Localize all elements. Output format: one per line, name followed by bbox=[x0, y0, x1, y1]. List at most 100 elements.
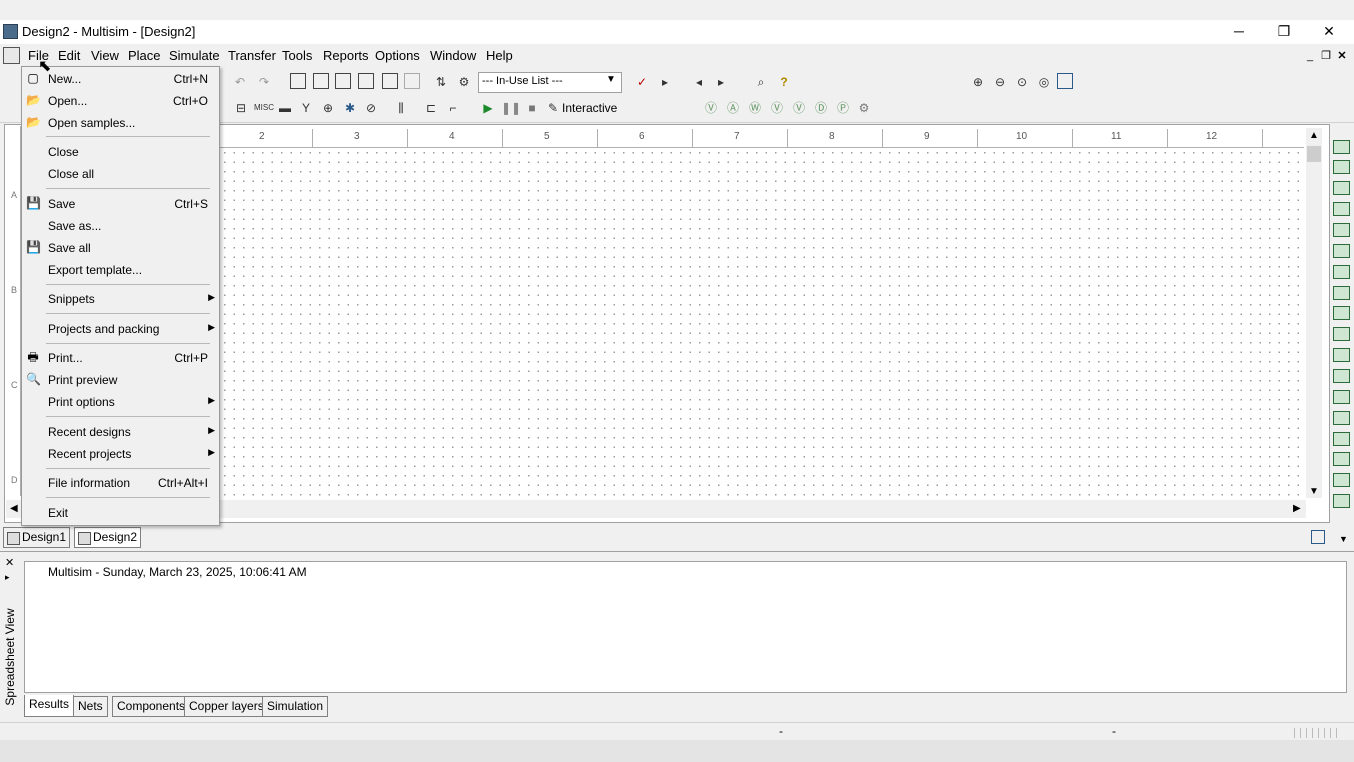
menu-view[interactable]: View bbox=[91, 48, 119, 63]
multimeter-icon[interactable] bbox=[1333, 140, 1350, 154]
menu-item-recent-designs[interactable]: Recent designs ▶ bbox=[22, 421, 219, 443]
minimize-button[interactable]: ─ bbox=[1217, 20, 1261, 42]
tab-options-icon[interactable] bbox=[1311, 530, 1325, 544]
menu-item-snippets[interactable]: Snippets ▶ bbox=[22, 288, 219, 310]
toolbar-grid-icon[interactable] bbox=[313, 73, 329, 89]
menu-tools[interactable]: Tools bbox=[282, 48, 312, 63]
menu-transfer[interactable]: Transfer bbox=[228, 48, 276, 63]
menu-window[interactable]: Window bbox=[430, 48, 476, 63]
scroll-right-icon[interactable]: ▶ bbox=[1293, 503, 1301, 514]
find-icon[interactable]: ⌕ bbox=[752, 73, 770, 91]
panel-close-icon[interactable]: ✕ bbox=[5, 556, 14, 569]
probe-differential-icon[interactable]: Ⓥ bbox=[768, 99, 786, 117]
pause-icon[interactable]: ❚❚ bbox=[501, 99, 521, 117]
tab-design2[interactable]: Design2 bbox=[74, 527, 142, 548]
vertical-scroll-thumb[interactable] bbox=[1307, 146, 1321, 162]
probe-voltage-reference-icon[interactable]: Ⓥ bbox=[790, 99, 808, 117]
schematic-grid[interactable] bbox=[220, 148, 1304, 497]
probe-gear-icon[interactable]: ⚙ bbox=[855, 99, 873, 117]
interactive-mode-label[interactable]: Interactive bbox=[562, 101, 617, 115]
menu-item-file-information[interactable]: File information Ctrl+Alt+I bbox=[22, 472, 219, 494]
iv-analyzer-icon[interactable] bbox=[1333, 348, 1350, 362]
probe-current-icon[interactable]: Ⓐ bbox=[724, 99, 742, 117]
undo-icon[interactable]: ↶ bbox=[231, 73, 249, 91]
mdi-close-button[interactable]: ✕ bbox=[1335, 50, 1349, 62]
scroll-down-icon[interactable]: ▼ bbox=[1309, 486, 1319, 497]
resize-grip-icon[interactable] bbox=[1294, 728, 1338, 738]
agilent-generator-icon[interactable] bbox=[1333, 432, 1350, 446]
toolbar-wizard-icon[interactable]: ⚙ bbox=[455, 73, 473, 91]
menu-item-recent-projects[interactable]: Recent projects ▶ bbox=[22, 443, 219, 465]
toolbar-hierarchical-block-icon[interactable]: ⊏ bbox=[422, 99, 440, 117]
oscilloscope-icon[interactable] bbox=[1333, 202, 1350, 216]
tab-design1[interactable]: Design1 bbox=[3, 527, 71, 548]
menu-simulate[interactable]: Simulate bbox=[169, 48, 220, 63]
toolbar-back-annotate-icon[interactable]: ◂ bbox=[690, 73, 708, 91]
mdi-minimize-button[interactable]: _ bbox=[1303, 50, 1317, 62]
menu-item-export-template[interactable]: Export template... bbox=[22, 259, 219, 281]
menu-item-save-all[interactable]: 💾 Save all bbox=[22, 237, 219, 259]
agilent-multimeter-icon[interactable] bbox=[1333, 452, 1350, 466]
logic-analyzer-icon[interactable] bbox=[1333, 327, 1350, 341]
toolbar-component-icon[interactable]: ⇅ bbox=[432, 73, 450, 91]
function-generator-icon[interactable] bbox=[1333, 160, 1350, 174]
toolbar-annotate-icon[interactable]: ▸ bbox=[656, 73, 674, 91]
scroll-up-icon[interactable]: ▲ bbox=[1309, 130, 1319, 141]
help-icon[interactable]: ? bbox=[775, 73, 793, 91]
menu-item-close-all[interactable]: Close all bbox=[22, 163, 219, 185]
toolbar-electromechanical-icon[interactable]: ⊕ bbox=[319, 99, 337, 117]
toolbar-hierarchy-icon[interactable] bbox=[404, 73, 420, 89]
logic-converter-icon[interactable] bbox=[1333, 306, 1350, 320]
word-generator-icon[interactable] bbox=[1333, 286, 1350, 300]
menu-item-exit[interactable]: Exit bbox=[22, 502, 219, 524]
toolbar-database-icon[interactable] bbox=[382, 73, 398, 89]
tektronix-oscilloscope-icon[interactable] bbox=[1333, 494, 1350, 508]
toolbar-forward-annotate-icon[interactable]: ▸ bbox=[712, 73, 730, 91]
zoom-area-icon[interactable]: ⊙ bbox=[1013, 73, 1031, 91]
menu-item-save[interactable]: 💾 Save Ctrl+S bbox=[22, 193, 219, 215]
interactive-mode-icon[interactable]: ✎ bbox=[544, 99, 562, 117]
erc-icon[interactable]: ✓ bbox=[633, 73, 651, 91]
scroll-left-icon[interactable]: ◀ bbox=[10, 503, 18, 514]
toolbar-spreadsheet-icon[interactable] bbox=[335, 73, 351, 89]
tab-simulation[interactable]: Simulation bbox=[262, 696, 329, 717]
probe-settings-icon[interactable]: Ⓟ bbox=[834, 99, 852, 117]
chevron-down-icon[interactable]: ▼ bbox=[1339, 534, 1348, 544]
menu-item-projects-and-packing[interactable]: Projects and packing ▶ bbox=[22, 318, 219, 340]
menu-item-close[interactable]: Close bbox=[22, 141, 219, 163]
run-icon[interactable]: ▶ bbox=[479, 99, 497, 117]
menu-item-open[interactable]: 📂 Open... Ctrl+O bbox=[22, 90, 219, 112]
zoom-out-icon[interactable]: ⊖ bbox=[991, 73, 1009, 91]
agilent-oscilloscope-icon[interactable] bbox=[1333, 473, 1350, 487]
frequency-counter-icon[interactable] bbox=[1333, 265, 1350, 279]
probe-digital-icon[interactable]: Ⓓ bbox=[812, 99, 830, 117]
menu-item-print[interactable]: 🖶 Print... Ctrl+P bbox=[22, 347, 219, 369]
probe-voltage-icon[interactable]: Ⓥ bbox=[702, 99, 720, 117]
toolbar-view-icon[interactable] bbox=[290, 73, 306, 89]
spectrum-analyzer-icon[interactable] bbox=[1333, 390, 1350, 404]
menu-item-print-options[interactable]: Print options ▶ bbox=[22, 391, 219, 413]
panel-expand-icon[interactable]: ▸ bbox=[5, 572, 10, 583]
menu-options[interactable]: Options bbox=[375, 48, 420, 63]
tab-results[interactable]: Results bbox=[24, 695, 75, 717]
menu-item-open-samples[interactable]: 📂 Open samples... bbox=[22, 112, 219, 134]
zoom-in-icon[interactable]: ⊕ bbox=[969, 73, 987, 91]
toolbar-place-icon[interactable]: ⊟ bbox=[232, 99, 250, 117]
mdi-restore-button[interactable]: ❐ bbox=[1319, 50, 1333, 62]
restore-button[interactable]: ❐ bbox=[1262, 20, 1306, 42]
four-channel-oscilloscope-icon[interactable] bbox=[1333, 223, 1350, 237]
tab-nets[interactable]: Nets bbox=[73, 696, 108, 717]
vertical-scrollbar[interactable] bbox=[1306, 128, 1322, 498]
tab-components[interactable]: Components bbox=[112, 696, 191, 717]
menu-place[interactable]: Place bbox=[128, 48, 161, 63]
menu-item-new[interactable]: ▢ New... Ctrl+N bbox=[22, 68, 219, 90]
wattmeter-icon[interactable] bbox=[1333, 181, 1350, 195]
close-button[interactable]: ✕ bbox=[1307, 20, 1351, 42]
distortion-analyzer-icon[interactable] bbox=[1333, 369, 1350, 383]
toolbar-connector-icon[interactable]: ⊘ bbox=[362, 99, 380, 117]
menu-item-save-as[interactable]: Save as... bbox=[22, 215, 219, 237]
menu-edit[interactable]: Edit bbox=[58, 48, 80, 63]
redo-icon[interactable]: ↷ bbox=[255, 73, 273, 91]
menu-item-print-preview[interactable]: 🔍 Print preview bbox=[22, 369, 219, 391]
document-icon[interactable] bbox=[3, 47, 20, 64]
